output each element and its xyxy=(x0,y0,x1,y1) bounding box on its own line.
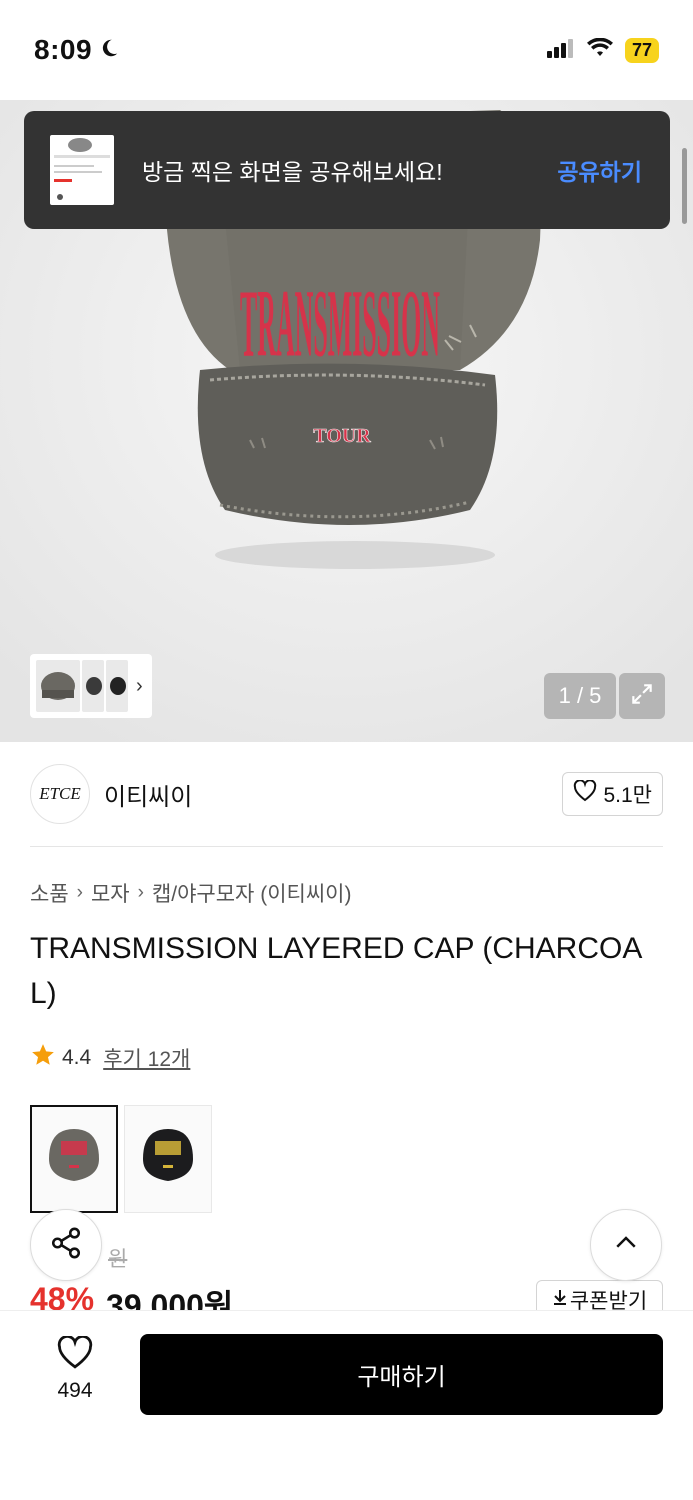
expand-button[interactable] xyxy=(619,673,665,719)
breadcrumb-item[interactable]: 모자 xyxy=(91,878,130,908)
scroll-to-top-button[interactable] xyxy=(590,1209,662,1281)
heart-icon xyxy=(573,779,597,808)
page-indicator: 1 / 5 xyxy=(544,673,616,719)
scroll-indicator xyxy=(682,148,687,224)
toast-share-button[interactable]: 공유하기 xyxy=(557,153,642,187)
image-thumbnail-strip[interactable]: › xyxy=(30,654,152,718)
moon-icon xyxy=(98,37,120,64)
reviews-link[interactable]: 후기 12개 xyxy=(103,1043,190,1073)
screenshot-share-toast: 방금 찍은 화면을 공유해보세요! 공유하기 xyxy=(24,111,670,229)
cap-logo-text: TRANSMISSION xyxy=(240,271,440,377)
cap-sub-text: TOUR xyxy=(313,425,371,447)
battery-indicator: 77 xyxy=(624,37,659,63)
thumbnail-1[interactable] xyxy=(36,660,80,712)
color-option-black[interactable] xyxy=(124,1105,212,1213)
wishlist-button[interactable]: 494 xyxy=(40,1335,110,1403)
share-button[interactable] xyxy=(30,1209,102,1281)
download-icon xyxy=(552,1288,568,1312)
product-title: TRANSMISSION LAYERED CAP (CHARCOAL) xyxy=(30,932,643,1010)
brand-logo[interactable]: ETCE xyxy=(30,764,90,824)
heart-icon xyxy=(56,1335,94,1375)
chevron-right-icon[interactable]: › xyxy=(136,675,143,698)
color-option-charcoal[interactable] xyxy=(30,1105,118,1213)
thumbnail-3[interactable] xyxy=(106,660,128,712)
chevron-up-icon xyxy=(611,1228,641,1263)
rating-row: 4.4 후기 12개 xyxy=(30,1042,190,1074)
chevron-right-icon: › xyxy=(137,882,144,903)
share-icon xyxy=(49,1226,83,1265)
brand-like-count: 5.1만 xyxy=(603,784,652,807)
status-bar: 8:09 77 xyxy=(0,0,693,100)
wifi-icon xyxy=(586,37,613,63)
wishlist-count: 494 xyxy=(57,1379,93,1402)
original-price: 원 xyxy=(108,1248,128,1271)
breadcrumb-item[interactable]: 캡/야구모자 (이티씨이) xyxy=(152,878,352,908)
star-icon xyxy=(30,1042,56,1074)
color-options xyxy=(30,1105,212,1213)
expand-icon xyxy=(629,681,655,712)
buy-button[interactable]: 구매하기 xyxy=(140,1334,663,1415)
divider xyxy=(30,846,663,847)
toast-message: 방금 찍은 화면을 공유해보세요! xyxy=(142,159,443,185)
brand-name[interactable]: 이티씨이 xyxy=(104,777,562,812)
rating-value: 4.4 xyxy=(62,1046,92,1069)
thumbnail-2[interactable] xyxy=(82,660,104,712)
breadcrumb: 소품 › 모자 › 캡/야구모자 (이티씨이) xyxy=(30,878,351,908)
chevron-right-icon: › xyxy=(76,882,83,903)
status-right: 77 xyxy=(546,37,659,63)
screenshot-thumbnail xyxy=(50,135,114,205)
brand-like-button[interactable]: 5.1만 xyxy=(562,772,663,816)
brand-row[interactable]: ETCE 이티씨이 5.1만 xyxy=(30,763,663,825)
status-left: 8:09 xyxy=(34,34,120,66)
breadcrumb-item[interactable]: 소품 xyxy=(30,878,69,908)
signal-icon xyxy=(546,38,575,63)
status-time: 8:09 xyxy=(34,34,93,65)
